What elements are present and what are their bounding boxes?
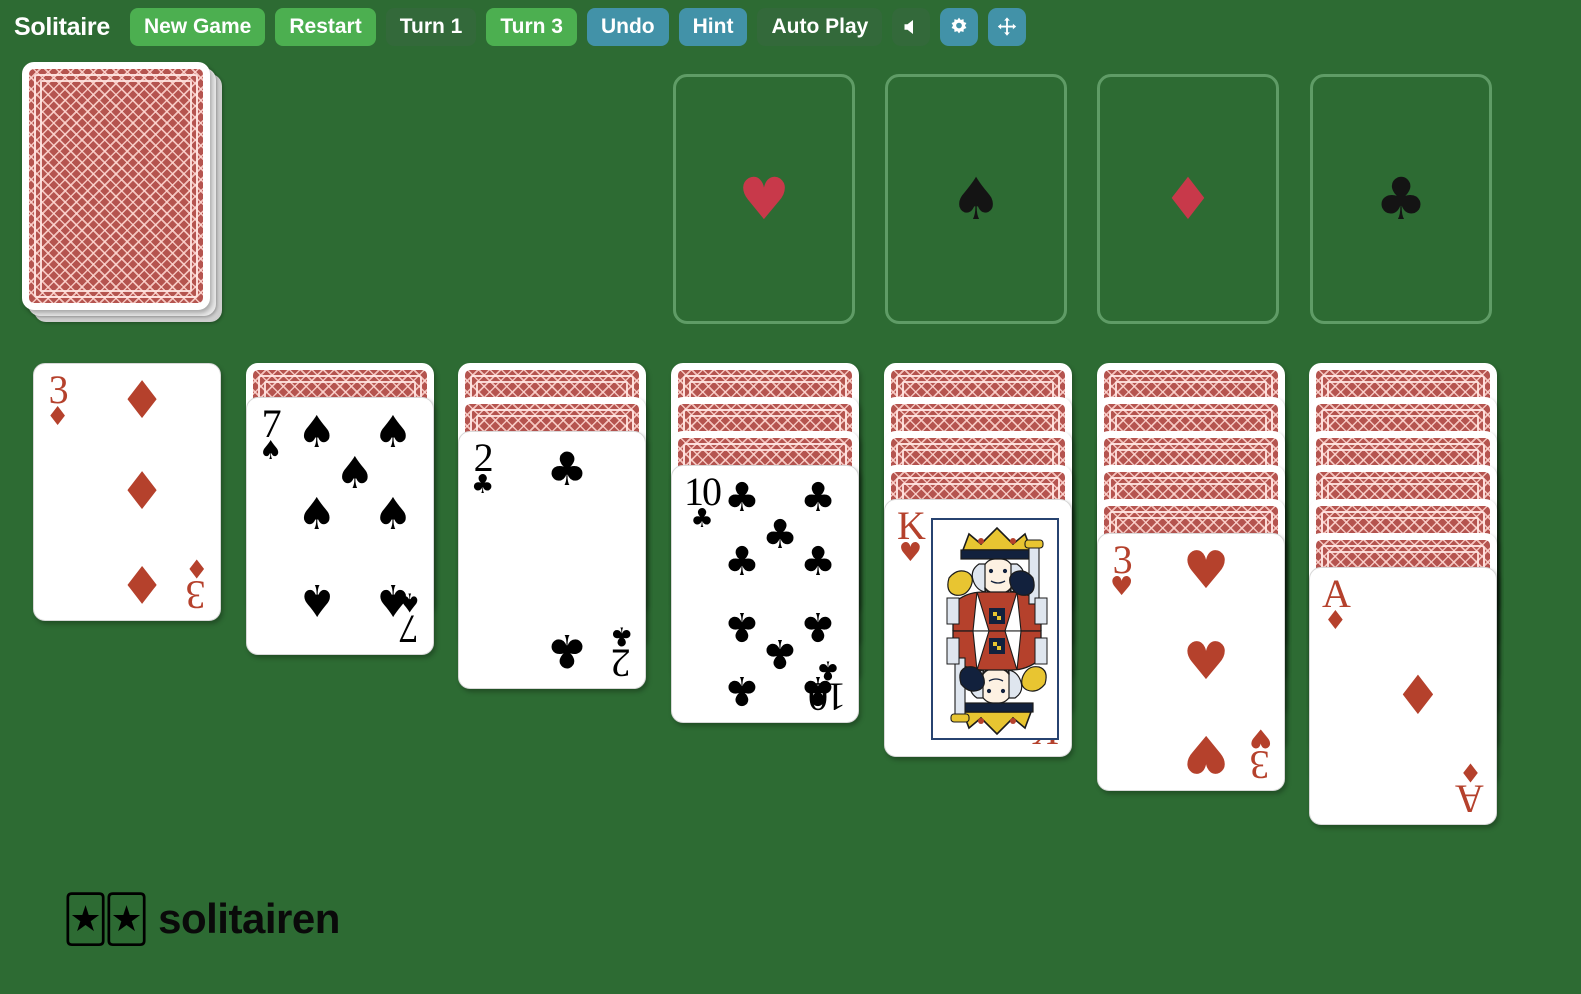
club-icon: ♣ bbox=[1375, 165, 1427, 233]
foundation-spades[interactable]: ♠ bbox=[885, 74, 1067, 324]
face-up-card[interactable]: 3 ♦ 3 ♦ ♦ ♦ ♦ bbox=[33, 363, 221, 621]
card-pip: ♠ bbox=[297, 573, 337, 625]
foundation-hearts[interactable]: ♥ bbox=[673, 74, 855, 324]
card-suit-icon: ♥ bbox=[898, 538, 923, 568]
card-pip-group: ♦ ♦ ♦ bbox=[86, 370, 198, 614]
face-up-card[interactable]: A ♦ A ♦ ♦ bbox=[1309, 567, 1497, 825]
card-suit-icon: ♣ bbox=[690, 504, 714, 534]
card-pip: ♠ bbox=[373, 573, 413, 625]
card-pip: ♣ bbox=[723, 475, 760, 522]
card-pip: ♣ bbox=[762, 511, 798, 558]
card-corner-top-left: K ♥ bbox=[897, 506, 926, 568]
card-pip: ♥ bbox=[1182, 540, 1230, 601]
card-pip: ♣ bbox=[800, 666, 837, 713]
card-pip: ♠ bbox=[335, 447, 375, 499]
card-pip: ♥ bbox=[1182, 723, 1230, 784]
foundation-diamonds[interactable]: ♦ bbox=[1097, 74, 1279, 324]
card-pip: ♠ bbox=[373, 488, 413, 540]
card-pip: ♠ bbox=[373, 406, 413, 458]
card-corner-top-left: 10 ♣ bbox=[684, 472, 722, 534]
card-pip: ♥ bbox=[1182, 632, 1230, 692]
face-up-card[interactable]: 7 ♠ 7 ♠ ♠ ♠ ♠ ♠ ♠ ♠ ♠ bbox=[246, 397, 434, 655]
card-corner-top-left: 7 ♠ bbox=[259, 404, 283, 466]
card-pip-group: ♣ ♣ ♣ ♣ ♣ ♣ ♣ ♣ ♣ ♣ bbox=[723, 475, 837, 713]
card-pip: ♣ bbox=[800, 475, 837, 522]
stock-pile[interactable] bbox=[22, 62, 227, 324]
card-pip: ♣ bbox=[800, 539, 837, 586]
playing-cards-icon: 🃏🃏 bbox=[62, 892, 150, 946]
card-pip: ♠ bbox=[297, 406, 337, 458]
card-corner-top-left: 2 ♣ bbox=[471, 438, 495, 500]
face-up-card[interactable]: 3 ♥ 3 ♥ ♥ ♥ ♥ bbox=[1097, 533, 1285, 791]
card-pip: ♣ bbox=[723, 539, 760, 586]
face-up-card[interactable]: 2 ♣ 2 ♣ ♣ ♣ bbox=[458, 431, 646, 689]
face-up-card[interactable]: K♥K♥ bbox=[884, 499, 1072, 757]
court-card-illustration bbox=[931, 518, 1059, 740]
card-corner-top-left: 3 ♥ bbox=[1110, 540, 1134, 602]
card-pip: ♣ bbox=[723, 666, 760, 713]
card-pip: ♦ bbox=[1393, 664, 1443, 727]
branding-logo: 🃏🃏 solitairen bbox=[62, 895, 340, 943]
card-pip-group: ♦ bbox=[1362, 582, 1474, 810]
card-pip: ♦ bbox=[118, 370, 166, 431]
stock-top-card[interactable] bbox=[22, 62, 210, 310]
card-suit-icon: ♣ bbox=[471, 470, 495, 500]
game-board: ♥ ♠ ♦ ♣ 3 ♦ 3 ♦ ♦ ♦ ♦ 7 ♠ 7 ♠ ♠ ♠ ♠ ♠ ♠ ♠ ♠ 2 ♣ 2 ♣ ♣ ♣ 10 ♣ 10 ♣ ♣ ♣… bbox=[0, 0, 1581, 994]
card-pip: ♣ bbox=[762, 630, 798, 677]
card-suit-icon: ♥ bbox=[1110, 572, 1134, 602]
spade-icon: ♠ bbox=[950, 165, 1002, 233]
card-pip: ♠ bbox=[297, 488, 337, 540]
card-pip: ♣ bbox=[723, 602, 760, 649]
face-up-card[interactable]: 10 ♣ 10 ♣ ♣ ♣ ♣ ♣ ♣ ♣ ♣ ♣ ♣ ♣ bbox=[671, 465, 859, 723]
card-pip-group: ♥ ♥ ♥ bbox=[1150, 540, 1262, 784]
heart-icon: ♥ bbox=[738, 165, 790, 233]
card-corner-top-left: 3 ♦ bbox=[46, 370, 70, 432]
card-pip-group: ♣ ♣ bbox=[511, 441, 623, 679]
brand-name: solitairen bbox=[158, 895, 340, 942]
card-suit-icon: ♦ bbox=[46, 402, 70, 432]
card-pip: ♣ bbox=[546, 441, 588, 496]
card-suit-icon: ♠ bbox=[259, 436, 283, 466]
card-corner-top-left: A ♦ bbox=[1322, 574, 1351, 636]
card-pip: ♣ bbox=[800, 602, 837, 649]
card-suit-icon: ♦ bbox=[1323, 606, 1348, 636]
card-pip: ♦ bbox=[118, 553, 166, 614]
card-pip: ♦ bbox=[118, 462, 166, 522]
foundation-clubs[interactable]: ♣ bbox=[1310, 74, 1492, 324]
diamond-icon: ♦ bbox=[1162, 165, 1214, 233]
card-pip: ♣ bbox=[546, 624, 588, 679]
card-pip-group: ♠ ♠ ♠ ♠ ♠ ♠ ♠ bbox=[297, 406, 413, 640]
